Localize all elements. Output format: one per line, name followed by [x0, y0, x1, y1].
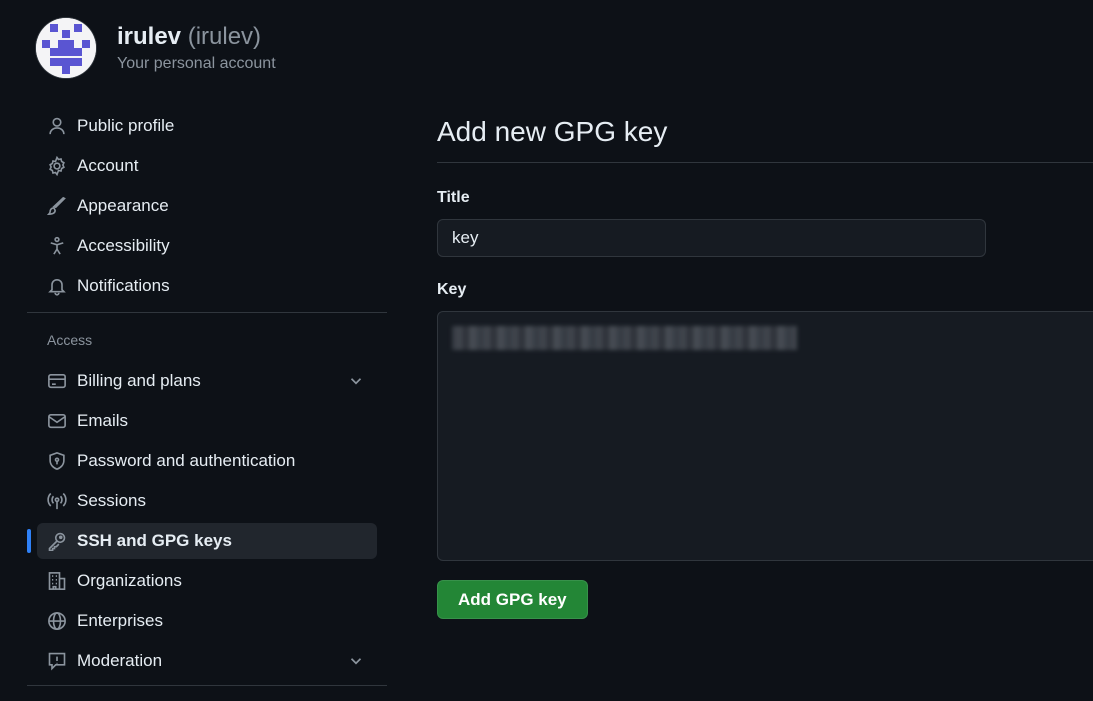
paintbrush-icon: [47, 196, 67, 216]
credit-card-icon: [47, 371, 67, 391]
avatar[interactable]: [36, 18, 96, 78]
sidebar-item-label: Billing and plans: [77, 371, 201, 390]
title-divider: [437, 162, 1093, 163]
sidebar-item-organizations[interactable]: Organizations: [37, 563, 377, 599]
add-gpg-key-button[interactable]: Add GPG key: [437, 580, 588, 619]
user-header: irulev (irulev) Your personal account: [36, 18, 276, 78]
sidebar-item-label: Public profile: [77, 116, 175, 135]
key-textarea[interactable]: [437, 311, 1093, 561]
sidebar-item-label: Enterprises: [77, 611, 163, 630]
chevron-down-icon[interactable]: [347, 652, 365, 670]
sidebar-item-billing[interactable]: Billing and plans: [37, 363, 377, 399]
key-field-label: Key: [437, 281, 467, 298]
page-title: Add new GPG key: [437, 116, 668, 147]
key-icon: [47, 531, 67, 551]
broadcast-icon: [47, 491, 67, 511]
sidebar-item-password[interactable]: Password and authentication: [37, 443, 377, 479]
sidebar-item-ssh-gpg-keys[interactable]: SSH and GPG keys: [27, 523, 377, 559]
organization-icon: [47, 571, 67, 591]
shield-lock-icon: [47, 451, 67, 471]
sidebar-item-label: Accessibility: [77, 236, 170, 255]
sidebar-item-accessibility[interactable]: Accessibility: [37, 228, 377, 264]
sidebar-divider: [27, 685, 387, 686]
sidebar-item-emails[interactable]: Emails: [37, 403, 377, 439]
globe-icon: [47, 611, 67, 631]
account-handle: (irulev): [187, 22, 262, 50]
chevron-down-icon[interactable]: [347, 372, 365, 390]
title-input[interactable]: [437, 219, 986, 257]
sidebar-item-label: Emails: [77, 411, 129, 430]
sidebar-item-label: Sessions: [77, 491, 146, 510]
sidebar-item-label: Notifications: [77, 276, 170, 295]
sidebar-item-public-profile[interactable]: Public profile: [37, 108, 377, 144]
redacted-key-text: [452, 326, 797, 350]
main-content: Add new GPG key Title Key Add GPG key: [437, 112, 1093, 619]
account-name[interactable]: irulev: [117, 23, 181, 50]
mail-icon: [47, 411, 67, 431]
sidebar-section-title-access: Access: [47, 332, 93, 348]
active-indicator: [27, 529, 31, 553]
sidebar-item-label: Appearance: [77, 196, 169, 215]
settings-sidebar: Public profile Account Appearance Access…: [27, 108, 387, 701]
title-field-label: Title: [437, 189, 470, 206]
sidebar-item-label: SSH and GPG keys: [77, 531, 232, 550]
bell-icon: [47, 276, 67, 296]
sidebar-divider: [27, 312, 387, 313]
sidebar-item-appearance[interactable]: Appearance: [37, 188, 377, 224]
person-icon: [47, 116, 67, 136]
accessibility-icon: [47, 236, 67, 256]
account-subtitle: Your personal account: [117, 54, 276, 72]
sidebar-item-enterprises[interactable]: Enterprises: [37, 603, 377, 639]
identicon-icon: [36, 18, 96, 78]
sidebar-item-label: Password and authentication: [77, 451, 296, 470]
sidebar-item-account[interactable]: Account: [37, 148, 377, 184]
gear-icon: [47, 156, 67, 176]
report-icon: [47, 651, 67, 671]
sidebar-item-moderation[interactable]: Moderation: [37, 643, 377, 679]
sidebar-item-notifications[interactable]: Notifications: [37, 268, 377, 304]
sidebar-item-label: Organizations: [77, 571, 182, 590]
settings-page: irulev (irulev) Your personal account Pu…: [0, 0, 1093, 701]
sidebar-item-label: Account: [77, 156, 139, 175]
sidebar-item-label: Moderation: [77, 651, 163, 670]
sidebar-item-sessions[interactable]: Sessions: [37, 483, 377, 519]
